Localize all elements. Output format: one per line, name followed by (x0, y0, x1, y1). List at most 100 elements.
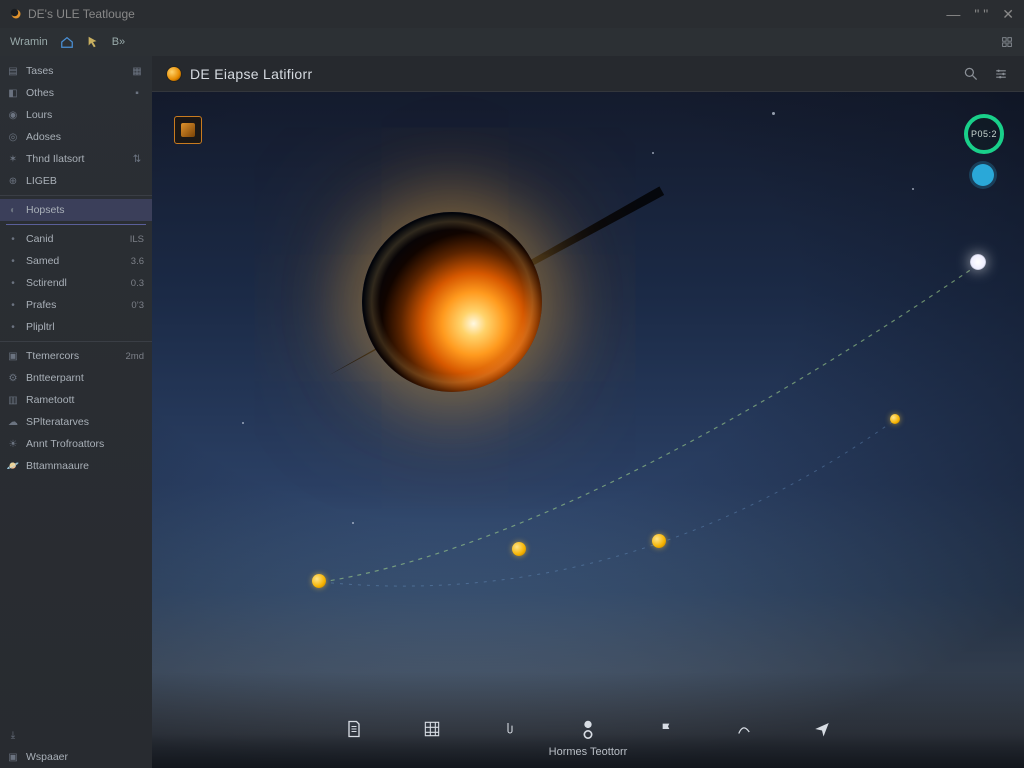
cursor-icon[interactable] (86, 35, 100, 49)
star-dot (772, 112, 775, 115)
sidebar-item-2[interactable]: ◉Lours (0, 104, 152, 126)
send-icon[interactable] (811, 718, 833, 740)
export-icon: ⤓ (6, 728, 20, 742)
sidebar-item-0[interactable]: ▤Tases▦ (0, 60, 152, 82)
dot-icon: • (6, 254, 20, 268)
sidebar-item-label: Thnd Ilatsort (26, 153, 124, 165)
sidebar-item-1[interactable]: ◧ Othes ▪ (0, 82, 152, 104)
sidebar-link-4[interactable]: ☀ Annt Trofroattors (0, 433, 152, 455)
gear-icon: ⚙ (6, 371, 20, 385)
trajectory-node[interactable] (652, 534, 666, 548)
eclipse-body (362, 212, 542, 392)
sidebar-highlight-bar (6, 224, 146, 225)
sun-icon: ☀ (6, 437, 20, 451)
sidebar-item-label: Samed (26, 255, 125, 267)
layer-toggle-button[interactable] (174, 116, 202, 144)
home-icon[interactable] (60, 35, 74, 49)
chip-icon: ▥ (6, 393, 20, 407)
grid-icon[interactable] (421, 718, 443, 740)
folder-icon: ▣ (6, 349, 20, 363)
document-icon[interactable] (343, 718, 365, 740)
canvas-header: DE Eiapse Latifiorr (152, 56, 1024, 92)
sidebar-item-value: ILS (130, 234, 144, 245)
sidebar-link-1[interactable]: ⚙ Bntteerparnt (0, 367, 152, 389)
sidebar: ▤Tases▦ ◧Othes▪ ◉Lours ◎Adoses ✶Thnd Ila… (0, 56, 152, 768)
sidebar-stat-2[interactable]: • Samed 3.6 (0, 250, 152, 272)
tag-icon: ▪ (130, 86, 144, 100)
sidebar-item-3[interactable]: ◎Adoses (0, 126, 152, 148)
sidebar-item-label: Rametoott (26, 394, 144, 406)
target-icon[interactable] (577, 718, 599, 740)
sidebar-item-label: Wspaaer (26, 751, 144, 763)
window-title: DE's ULE Teatlouge (28, 7, 135, 21)
sidebar-item-value: 3.6 (131, 256, 144, 267)
dot-icon: • (6, 298, 20, 312)
star-dot (242, 422, 244, 424)
status-ring-badge[interactable]: P05:2 (964, 114, 1004, 154)
sidebar-link-2[interactable]: ▥ Rametoott (0, 389, 152, 411)
sidebar-link-0[interactable]: ▣Ttemercors2md (0, 345, 152, 367)
sidebar-item-label: LIGEB (26, 175, 144, 187)
status-dot-badge[interactable] (972, 164, 994, 186)
star-dot (652, 152, 654, 154)
cube-icon: ◧ (6, 86, 20, 100)
sidebar-item-label: Othes (26, 87, 124, 99)
star-dot (352, 522, 354, 524)
sidebar-stat-5[interactable]: • Plipltrl (0, 316, 152, 338)
app-icon (10, 8, 22, 20)
trajectory-endpoint (970, 254, 986, 270)
sidebar-item-label: SPlteratarves (26, 416, 144, 428)
sidebar-item-5[interactable]: ⊕ LIGEB (0, 170, 152, 192)
sidebar-item-label: Tases (26, 65, 118, 77)
dot-icon: • (6, 320, 20, 334)
trajectory-node[interactable] (312, 574, 326, 588)
window-titlebar: DE's ULE Teatlouge — " " ✕ (0, 0, 1024, 28)
star-dot (912, 188, 914, 190)
window-maximize[interactable]: " " (974, 6, 988, 22)
sidebar-link-5[interactable]: 🪐Bttammaaure (0, 455, 152, 477)
status-ring-label: P05:2 (971, 129, 997, 139)
sidebar-footer-1[interactable]: ▣Wspaaer (0, 746, 152, 768)
sidebar-stat-1[interactable]: • Canid ILS (0, 228, 152, 250)
viewport[interactable]: P05:2 (152, 92, 1024, 768)
search-icon[interactable] (962, 65, 980, 83)
sidebar-item-label: Hopsets (26, 204, 144, 216)
eclipse-icon (166, 66, 182, 82)
trajectory-node[interactable] (512, 542, 526, 556)
sidebar-stat-0[interactable]: ◐ Hopsets (0, 199, 152, 221)
link-icon: ⇅ (130, 152, 144, 166)
sidebar-item-label: Bntteerparnt (26, 372, 144, 384)
gauge-icon: ◐ (6, 203, 20, 217)
sidebar-item-label: Bttammaaure (26, 460, 144, 472)
sidebar-footer-0[interactable]: ⤓ (0, 724, 152, 746)
target-icon: ◎ (6, 130, 20, 144)
toolbar-home-label[interactable]: Wramin (10, 36, 48, 48)
trajectory-node[interactable] (890, 414, 900, 424)
user-icon: ◉ (6, 108, 20, 122)
canvas-title: DE Eiapse Latifiorr (190, 66, 312, 82)
dot-icon: • (6, 232, 20, 246)
sidebar-link-3[interactable]: ☁SPlteratarves (0, 411, 152, 433)
sidebar-separator (0, 195, 152, 196)
flag-icon[interactable] (655, 718, 677, 740)
main-toolbar: Wramin B» (0, 28, 1024, 56)
globe-icon: ⊕ (6, 174, 20, 188)
sidebar-stat-3[interactable]: •Sctirendl0.3 (0, 272, 152, 294)
sidebar-item-label: Sctirendl (26, 277, 125, 289)
toolbar-more-icon[interactable] (1000, 35, 1014, 49)
window-close[interactable]: ✕ (1002, 6, 1014, 23)
sidebar-item-label: Canid (26, 233, 124, 245)
toolbar-menu-b[interactable]: B» (112, 36, 125, 48)
sidebar-item-4[interactable]: ✶ Thnd Ilatsort ⇅ (0, 148, 152, 170)
panel-icon: ▦ (130, 64, 144, 78)
sidebar-stat-4[interactable]: •Prafes0’3 (0, 294, 152, 316)
settings-icon[interactable] (992, 65, 1010, 83)
window-minimize[interactable]: — (946, 6, 960, 22)
pointer-icon[interactable] (499, 718, 521, 740)
sidebar-item-label: Plipltrl (26, 321, 144, 333)
dock-label: Hormes Teottorr (549, 746, 628, 758)
sidebar-item-label: Annt Trofroattors (26, 438, 144, 450)
path-icon[interactable] (733, 718, 755, 740)
sidebar-item-value: 0’3 (131, 300, 144, 311)
atom-icon: ✶ (6, 152, 20, 166)
